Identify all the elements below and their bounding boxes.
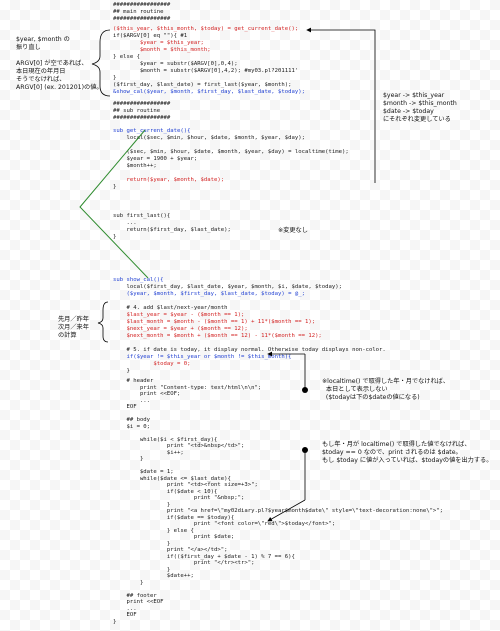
arrow-today-output <box>267 499 306 522</box>
dot-localtime <box>302 387 308 393</box>
left-mid-brace <box>97 301 109 343</box>
left-brace <box>91 29 111 97</box>
arrow-to-get-current-date <box>306 27 376 183</box>
annotation-arrows <box>79 27 376 522</box>
green-connector <box>79 129 149 279</box>
